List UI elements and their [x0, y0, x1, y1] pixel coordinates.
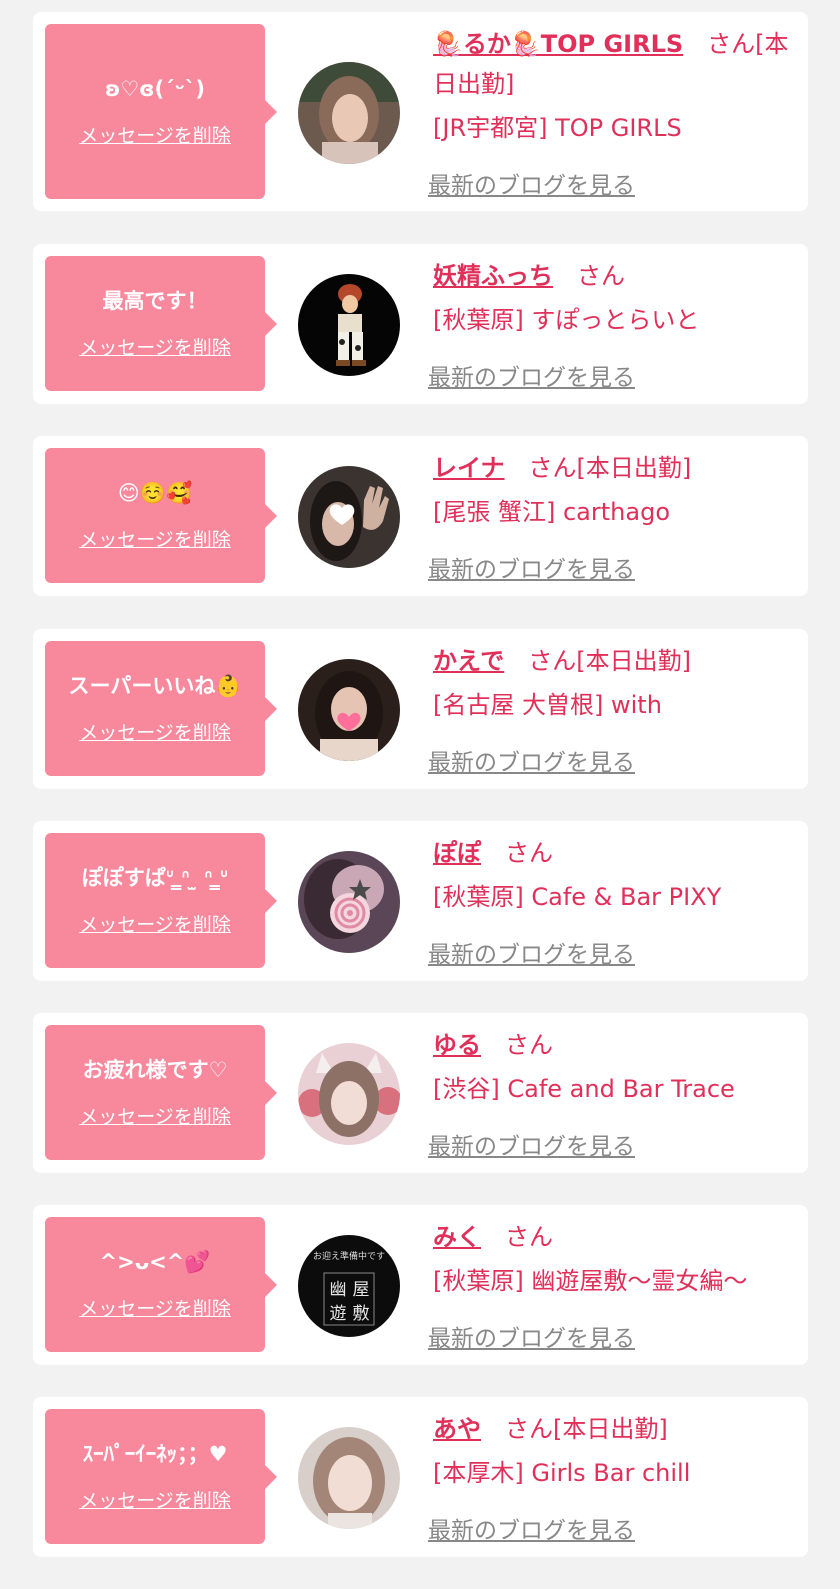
girl-name-link[interactable]: ゆる: [433, 1031, 481, 1059]
message-card: スーパーいいね👶 メッセージを削除 かえで さん[本日出勤] [名古屋 大曽根] …: [33, 629, 808, 789]
latest-blog-link[interactable]: 最新のブログを見る: [428, 358, 635, 392]
message-text: ぽぽすぱᐡ ̳ᐢ ̫ ᐢ ̳ᐡ: [81, 866, 229, 890]
girl-name-link[interactable]: かえで: [433, 647, 504, 675]
message-bubble: お疲れ様です♡ メッセージを削除: [45, 1025, 277, 1160]
avatar-caption: お迎え準備中です: [313, 1250, 385, 1262]
avatar-photo: [298, 62, 400, 164]
avatar-photo: [298, 1043, 400, 1145]
avatar[interactable]: [298, 466, 400, 568]
delete-message-button[interactable]: メッセージを削除: [79, 1486, 231, 1513]
avatar[interactable]: [298, 274, 400, 376]
message-text: 最高です！: [102, 289, 208, 313]
shop-name: [秋葉原] 幽遊屋敷〜霊女編〜: [433, 1267, 748, 1295]
avatar-char: 遊: [330, 1304, 347, 1324]
girl-info: あや さん[本日出勤] [本厚木] Girls Bar chill: [433, 1409, 794, 1493]
message-text: 😊☺️🥰: [117, 481, 193, 505]
honorific: さん: [505, 1223, 553, 1251]
girl-name-link[interactable]: ぽぽ: [433, 839, 481, 867]
honorific: さん: [577, 262, 625, 290]
message-bubble: ʚ♡ɞ(ˊᵕˋ) メッセージを削除: [45, 24, 277, 199]
latest-blog-link[interactable]: 最新のブログを見る: [428, 1319, 635, 1353]
avatar-photo: [298, 274, 400, 376]
avatar[interactable]: [298, 659, 400, 761]
girl-info: レイナ さん[本日出勤] [尾張 蟹江] carthago: [433, 448, 794, 532]
delete-message-button[interactable]: メッセージを削除: [79, 1294, 231, 1321]
shop-name: [JR宇都宮] TOP GIRLS: [433, 114, 682, 142]
girl-name-link[interactable]: あや: [433, 1415, 481, 1443]
shop-name: [尾張 蟹江] carthago: [433, 498, 670, 526]
latest-blog-link[interactable]: 最新のブログを見る: [428, 743, 635, 777]
girl-info: 妖精ふっち さん [秋葉原] すぽっとらいと: [433, 256, 794, 340]
honorific: さん: [505, 839, 553, 867]
avatar-photo: [298, 659, 400, 761]
latest-blog-link[interactable]: 最新のブログを見る: [428, 935, 635, 969]
avatar-char: 屋: [353, 1280, 370, 1300]
honorific: さん[本日出勤]: [528, 454, 692, 482]
avatar-photo: [298, 851, 400, 953]
girl-info: ゆる さん [渋谷] Cafe and Bar Trace: [433, 1025, 794, 1109]
avatar[interactable]: [298, 851, 400, 953]
shop-name: [秋葉原] すぽっとらいと: [433, 306, 700, 334]
latest-blog-link[interactable]: 最新のブログを見る: [428, 550, 635, 584]
shop-name: [本厚木] Girls Bar chill: [433, 1459, 691, 1487]
shop-name: [名古屋 大曽根] with: [433, 691, 662, 719]
avatar-photo: お迎え準備中です 幽 屋 遊 敷: [298, 1235, 400, 1337]
avatar-photo: [298, 1427, 400, 1529]
message-card: ^>ᴗ<^💕 メッセージを削除 お迎え準備中です 幽 屋 遊 敷 みく さん [秋…: [33, 1205, 808, 1365]
delete-message-button[interactable]: メッセージを削除: [79, 910, 231, 937]
delete-message-button[interactable]: メッセージを削除: [79, 121, 231, 148]
avatar-char: 敷: [353, 1304, 370, 1324]
message-card: お疲れ様です♡ メッセージを削除 ゆる さん [渋谷] Cafe and Bar …: [33, 1013, 808, 1173]
message-bubble: ぽぽすぱᐡ ̳ᐢ ̫ ᐢ ̳ᐡ メッセージを削除: [45, 833, 277, 968]
avatar[interactable]: お迎え準備中です 幽 屋 遊 敷: [298, 1235, 400, 1337]
message-bubble: ^>ᴗ<^💕 メッセージを削除: [45, 1217, 277, 1352]
honorific: さん[本日出勤]: [528, 647, 692, 675]
girl-info: みく さん [秋葉原] 幽遊屋敷〜霊女編〜: [433, 1217, 794, 1301]
honorific: さん[本日出勤]: [505, 1415, 668, 1443]
delete-message-button[interactable]: メッセージを削除: [79, 525, 231, 552]
avatar-char: 幽: [330, 1280, 347, 1300]
girl-info: ぽぽ さん [秋葉原] Cafe & Bar PIXY: [433, 833, 794, 917]
message-card: 😊☺️🥰 メッセージを削除 レイナ さん[本日出勤] [尾張 蟹江] cartha…: [33, 436, 808, 596]
girl-info: かえで さん[本日出勤] [名古屋 大曽根] with: [433, 641, 794, 725]
message-list-page: ʚ♡ɞ(ˊᵕˋ) メッセージを削除 🪼るか🪼TOP GIRLS さん[本日出勤] …: [0, 0, 840, 1589]
delete-message-button[interactable]: メッセージを削除: [79, 333, 231, 360]
girl-name-link[interactable]: 🪼るか🪼TOP GIRLS: [433, 30, 683, 58]
message-bubble: 最高です！ メッセージを削除: [45, 256, 277, 391]
latest-blog-link[interactable]: 最新のブログを見る: [428, 1127, 635, 1161]
message-bubble: 😊☺️🥰 メッセージを削除: [45, 448, 277, 583]
girl-name-link[interactable]: 妖精ふっち: [433, 262, 553, 290]
message-card: ぽぽすぱᐡ ̳ᐢ ̫ ᐢ ̳ᐡ メッセージを削除 ぽぽ さん [秋葉原] Cafe…: [33, 821, 808, 981]
girl-name-link[interactable]: レイナ: [433, 454, 505, 482]
message-text: スーパーいいね👶: [68, 674, 242, 698]
message-card: 最高です！ メッセージを削除 妖精ふっち さん [秋葉原] すぽっとらいと 最新…: [33, 244, 808, 404]
shop-name: [秋葉原] Cafe & Bar PIXY: [433, 883, 722, 911]
girl-name-link[interactable]: みく: [433, 1223, 481, 1251]
avatar[interactable]: [298, 62, 400, 164]
avatar[interactable]: [298, 1043, 400, 1145]
shop-name: [渋谷] Cafe and Bar Trace: [433, 1075, 735, 1103]
message-bubble: スーパーいいね👶 メッセージを削除: [45, 641, 277, 776]
latest-blog-link[interactable]: 最新のブログを見る: [428, 1511, 635, 1545]
latest-blog-link[interactable]: 最新のブログを見る: [428, 166, 635, 200]
delete-message-button[interactable]: メッセージを削除: [79, 1102, 231, 1129]
delete-message-button[interactable]: メッセージを削除: [79, 718, 231, 745]
message-bubble: ｽｰﾊﾟｰｲｰﾈｯ；；♥ メッセージを削除: [45, 1409, 277, 1544]
message-text: ^>ᴗ<^💕: [99, 1250, 211, 1274]
message-text: お疲れ様です♡: [82, 1058, 228, 1082]
message-card: ʚ♡ɞ(ˊᵕˋ) メッセージを削除 🪼るか🪼TOP GIRLS さん[本日出勤] …: [33, 12, 808, 211]
message-card: ｽｰﾊﾟｰｲｰﾈｯ；；♥ メッセージを削除 あや さん[本日出勤] [本厚木] G…: [33, 1397, 808, 1557]
girl-info: 🪼るか🪼TOP GIRLS さん[本日出勤] [JR宇都宮] TOP GIRLS: [433, 24, 794, 148]
message-text: ｽｰﾊﾟｰｲｰﾈｯ；；♥: [82, 1442, 228, 1466]
honorific: さん: [505, 1031, 553, 1059]
avatar[interactable]: [298, 1427, 400, 1529]
message-text: ʚ♡ɞ(ˊᵕˋ): [105, 77, 205, 101]
avatar-photo: [298, 466, 400, 568]
